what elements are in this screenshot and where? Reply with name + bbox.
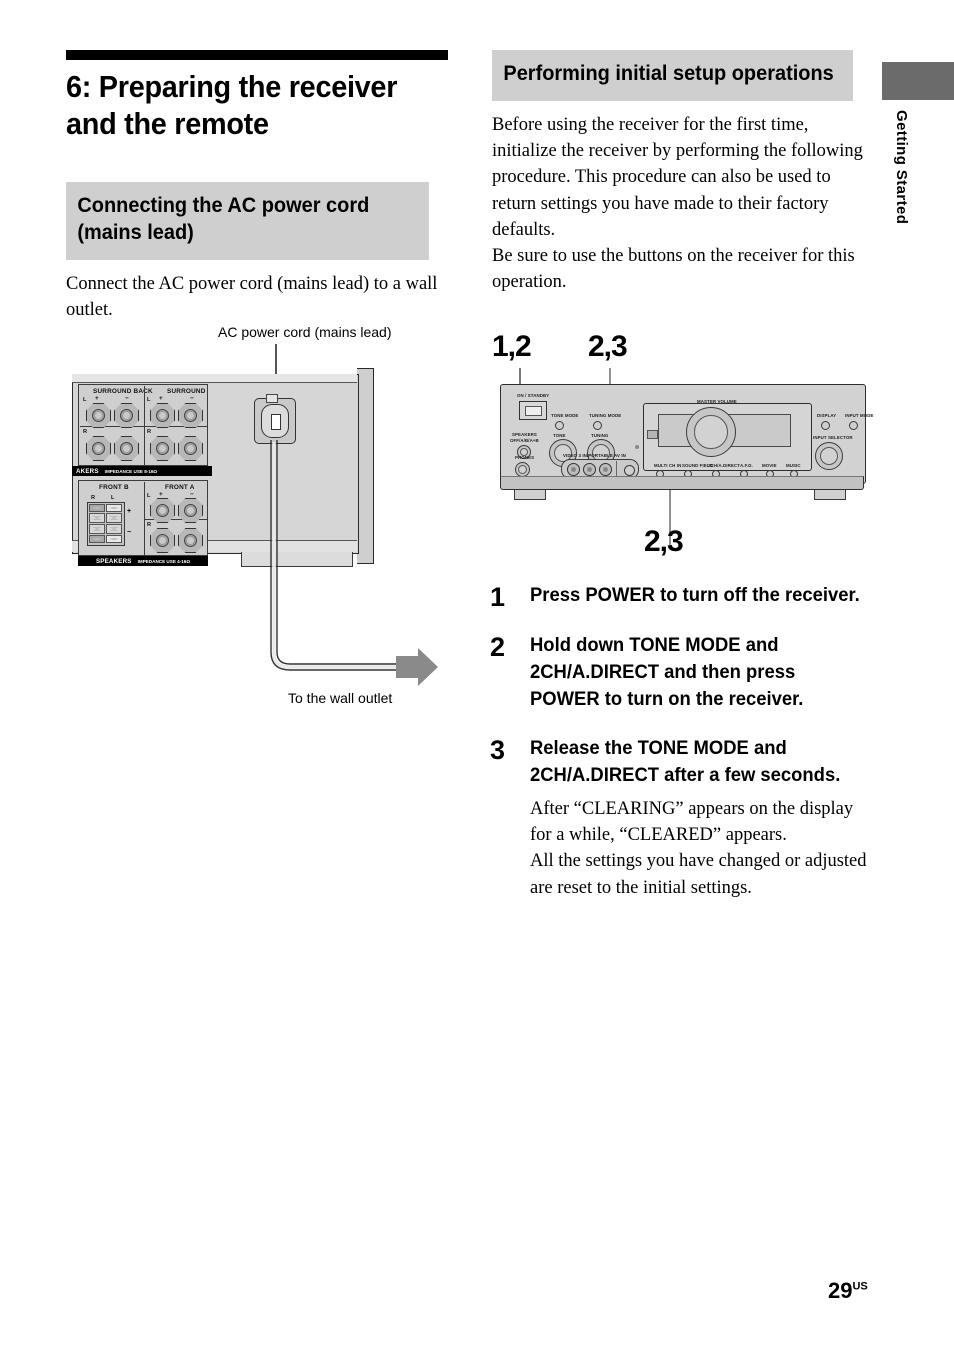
- audio-r-input-jack[interactable]: [599, 463, 612, 476]
- label-speakers: SPEAKERS: [512, 432, 537, 437]
- receiver-foot-right: [814, 490, 846, 500]
- direction-arrow-icon: [396, 648, 438, 686]
- display-button[interactable]: [821, 421, 830, 430]
- label-tone: TONE: [553, 433, 566, 438]
- label-speakers-sub: OFF/A/B/A+B: [510, 438, 539, 443]
- label-movie: MOVIE: [762, 463, 777, 468]
- cord-edge-b: [276, 440, 398, 665]
- step-1: 1 Press POWER to turn off the receiver.: [490, 583, 872, 611]
- tuning-mode-button[interactable]: [593, 421, 602, 430]
- input-selector-knob[interactable]: [815, 442, 843, 470]
- video-input-jack[interactable]: [567, 463, 580, 476]
- step-3-note-line-2: All the settings you have changed or adj…: [530, 851, 867, 898]
- label-power-standby: ON / STANDBY: [517, 393, 550, 398]
- front-panel-figure: 1,2 2,3 ON / STANDBY SPEAKERS OFF/A/B/A+…: [492, 330, 882, 560]
- power-cord-drawing: [270, 440, 438, 686]
- power-button[interactable]: [519, 401, 547, 420]
- chapter-rule: [66, 50, 448, 60]
- step-3-note: After “CLEARING” appears on the display …: [530, 796, 872, 901]
- section-tab-marker: [882, 62, 954, 100]
- step-2: 2 Hold down TONE MODE and 2CH/A.DIRECT a…: [490, 633, 872, 714]
- receiver-front-base: [500, 476, 864, 490]
- label-input-selector: INPUT SELECTOR: [813, 435, 853, 440]
- section-heading-initial-setup: Performing initial setup operations: [492, 50, 853, 101]
- section-heading-ac-power: Connecting the AC power cord (mains lead…: [66, 182, 429, 260]
- initial-setup-intro: Before using the receiver for the first …: [492, 112, 872, 296]
- left-column: 6: Preparing the receiver and the remote…: [66, 50, 448, 323]
- section-tab-label: Getting Started: [893, 110, 910, 225]
- page-number: 29US: [828, 1278, 868, 1304]
- input-mode-button[interactable]: [849, 421, 858, 430]
- label-input-mode: INPUT MODE: [845, 413, 874, 418]
- label-phones: PHONES: [515, 455, 535, 460]
- power-button-face: [525, 406, 542, 416]
- step-2-number: 2: [490, 632, 506, 662]
- cord-edge-a: [270, 440, 398, 671]
- label-tuning-mode: TUNING MODE: [589, 413, 622, 418]
- step-2-text: Hold down TONE MODE and 2CH/A.DIRECT and…: [530, 635, 804, 710]
- rear-panel-figure: AC power cord (mains lead) SURROUND BACK…: [66, 322, 448, 722]
- receiver-foot-left: [514, 490, 546, 500]
- jack-panel-divider: [616, 461, 617, 477]
- optical-in-jack[interactable]: [624, 465, 635, 476]
- phones-jack[interactable]: [515, 462, 530, 477]
- step-1-number: 1: [490, 582, 506, 612]
- receiver-front-chassis: ON / STANDBY SPEAKERS OFF/A/B/A+B TONE M…: [500, 384, 873, 484]
- manual-page: Getting Started 6: Preparing the receive…: [0, 0, 954, 1352]
- intro-paragraph-1: Before using the receiver for the first …: [492, 114, 863, 240]
- step-3: 3 Release the TONE MODE and 2CH/A.DIRECT…: [490, 736, 872, 790]
- ac-power-body: Connect the AC power cord (mains lead) t…: [66, 271, 448, 324]
- display-indicator: [647, 430, 658, 439]
- step-1-text: Press POWER to turn off the receiver.: [530, 585, 860, 606]
- tone-mode-button[interactable]: [555, 421, 564, 430]
- label-multi-ch-in: MULTI CH IN: [654, 463, 682, 468]
- panel-indicator-dot: [635, 445, 639, 449]
- label-music: MUSIC: [786, 463, 801, 468]
- ac-power-paragraph: Connect the AC power cord (mains lead) t…: [66, 273, 438, 321]
- callout-2-3-bottom: 2,3: [644, 525, 684, 558]
- audio-l-input-jack[interactable]: [583, 463, 596, 476]
- label-afd: A.F.D.: [740, 463, 753, 468]
- step-3-text: Release the TONE MODE and 2CH/A.DIRECT a…: [530, 737, 841, 786]
- step-3-number: 3: [490, 734, 506, 765]
- label-tone-mode: TONE MODE: [551, 413, 579, 418]
- procedure-steps: 1 Press POWER to turn off the receiver. …: [490, 583, 872, 901]
- label-master-volume: MASTER VOLUME: [697, 399, 737, 404]
- label-tuning: TUNING: [591, 433, 609, 438]
- label-video3-in: VIDEO 3 IN/PORTABLE AV IN: [563, 453, 626, 458]
- wall-outlet-caption: To the wall outlet: [288, 690, 393, 706]
- page-number-value: 29: [828, 1278, 853, 1303]
- label-display: DISPLAY: [817, 413, 837, 418]
- master-volume-knob[interactable]: [686, 407, 736, 457]
- cord-fill: [272, 442, 398, 669]
- page-number-suffix: US: [852, 1280, 868, 1293]
- right-column: Performing initial setup operations Befo…: [492, 50, 872, 296]
- step-3-note-line-1: After “CLEARING” appears on the display …: [530, 798, 854, 846]
- intro-paragraph-2: Be sure to use the buttons on the receiv…: [492, 246, 855, 293]
- label-2ch-adirect: 2CH/A.DIRECT: [708, 463, 740, 468]
- page-title: 6: Preparing the receiver and the remote: [66, 69, 398, 141]
